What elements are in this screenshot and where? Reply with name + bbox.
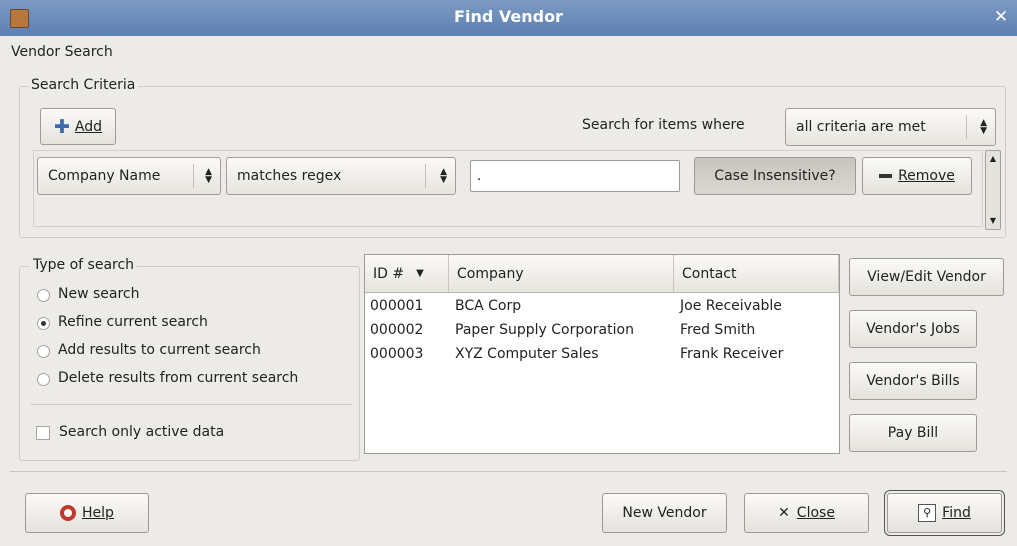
type-of-search-title: Type of search bbox=[30, 257, 138, 273]
active-only-checkbox[interactable] bbox=[36, 426, 50, 440]
add-icon: ✚ bbox=[53, 115, 70, 138]
scroll-up-icon[interactable]: ▲ bbox=[987, 152, 999, 166]
view-edit-vendor-button[interactable]: View/Edit Vendor bbox=[849, 258, 1004, 296]
radio-delete-results[interactable] bbox=[37, 373, 50, 386]
footer-divider bbox=[10, 471, 1007, 472]
radio-refine-search[interactable] bbox=[37, 317, 50, 330]
row-id: 000002 bbox=[370, 322, 424, 338]
search-criteria-title: Search Criteria bbox=[28, 77, 139, 93]
radio-label-refine-search: Refine current search bbox=[58, 314, 208, 330]
criterion-value-input[interactable] bbox=[470, 160, 680, 192]
combo-separator bbox=[193, 164, 194, 188]
remove-criterion-button[interactable]: Remove bbox=[862, 157, 972, 195]
column-header-contact[interactable]: Contact bbox=[674, 255, 839, 293]
select-arrows-icon: ▲ ▼ bbox=[980, 118, 987, 136]
select-arrows-icon: ▲ ▼ bbox=[205, 167, 212, 185]
row-company: Paper Supply Corporation bbox=[455, 322, 634, 338]
row-id: 000003 bbox=[370, 346, 424, 362]
criterion-field-select[interactable]: Company Name ▲ ▼ bbox=[37, 157, 221, 195]
column-header-company[interactable]: Company bbox=[449, 255, 674, 293]
row-contact: Frank Receiver bbox=[680, 346, 784, 362]
add-criterion-button[interactable]: ✚ Add bbox=[40, 108, 116, 145]
combo-separator bbox=[425, 164, 426, 188]
radio-new-search[interactable] bbox=[37, 289, 50, 302]
match-mode-select[interactable]: all criteria are met ▲ ▼ bbox=[785, 108, 996, 146]
row-company: XYZ Computer Sales bbox=[455, 346, 599, 362]
table-row[interactable]: 000001 BCA Corp Joe Receivable bbox=[365, 296, 839, 318]
criteria-scrollbar[interactable]: ▲ ▼ bbox=[985, 150, 1001, 230]
row-contact: Fred Smith bbox=[680, 322, 756, 338]
case-insensitive-toggle[interactable]: Case Insensitive? bbox=[694, 157, 856, 195]
row-id: 000001 bbox=[370, 298, 424, 314]
window-title: Find Vendor bbox=[454, 7, 563, 26]
criterion-operator-select[interactable]: matches regex ▲ ▼ bbox=[226, 157, 456, 195]
search-for-label: Search for items where bbox=[582, 117, 745, 133]
new-vendor-button[interactable]: New Vendor bbox=[602, 493, 727, 533]
vendor-jobs-button[interactable]: Vendor's Jobs bbox=[849, 310, 977, 348]
radio-label-delete-results: Delete results from current search bbox=[58, 370, 299, 386]
scroll-down-icon[interactable]: ▼ bbox=[987, 214, 999, 228]
help-lifebuoy-icon bbox=[60, 505, 77, 521]
radio-label-add-results: Add results to current search bbox=[58, 342, 261, 358]
select-arrows-icon: ▲ ▼ bbox=[440, 167, 447, 185]
pay-bill-button[interactable]: Pay Bill bbox=[849, 414, 977, 452]
radio-label-new-search: New search bbox=[58, 286, 140, 302]
close-window-icon[interactable]: ✕ bbox=[991, 6, 1011, 28]
vendor-bills-button[interactable]: Vendor's Bills bbox=[849, 362, 977, 400]
minus-icon bbox=[879, 174, 893, 178]
column-header-id[interactable]: ID # ▼ bbox=[365, 255, 449, 293]
radio-add-results[interactable] bbox=[37, 345, 50, 358]
section-label: Vendor Search bbox=[11, 44, 113, 60]
window-titlebar[interactable]: Find Vendor ✕ bbox=[0, 0, 1017, 36]
find-magnifier-icon: ⚲ bbox=[918, 504, 937, 522]
close-icon: ✕ bbox=[778, 505, 790, 521]
help-button[interactable]: Help bbox=[25, 493, 149, 533]
close-button[interactable]: ✕ Close bbox=[744, 493, 869, 533]
find-button[interactable]: ⚲ Find bbox=[884, 490, 1005, 536]
sort-descending-icon: ▼ bbox=[416, 268, 424, 279]
combo-separator bbox=[966, 115, 967, 139]
table-row[interactable]: 000003 XYZ Computer Sales Frank Receiver bbox=[365, 344, 839, 366]
divider bbox=[30, 404, 352, 405]
active-only-label: Search only active data bbox=[59, 424, 225, 440]
row-company: BCA Corp bbox=[455, 298, 522, 314]
table-row[interactable]: 000002 Paper Supply Corporation Fred Smi… bbox=[365, 320, 839, 342]
row-contact: Joe Receivable bbox=[680, 298, 782, 314]
